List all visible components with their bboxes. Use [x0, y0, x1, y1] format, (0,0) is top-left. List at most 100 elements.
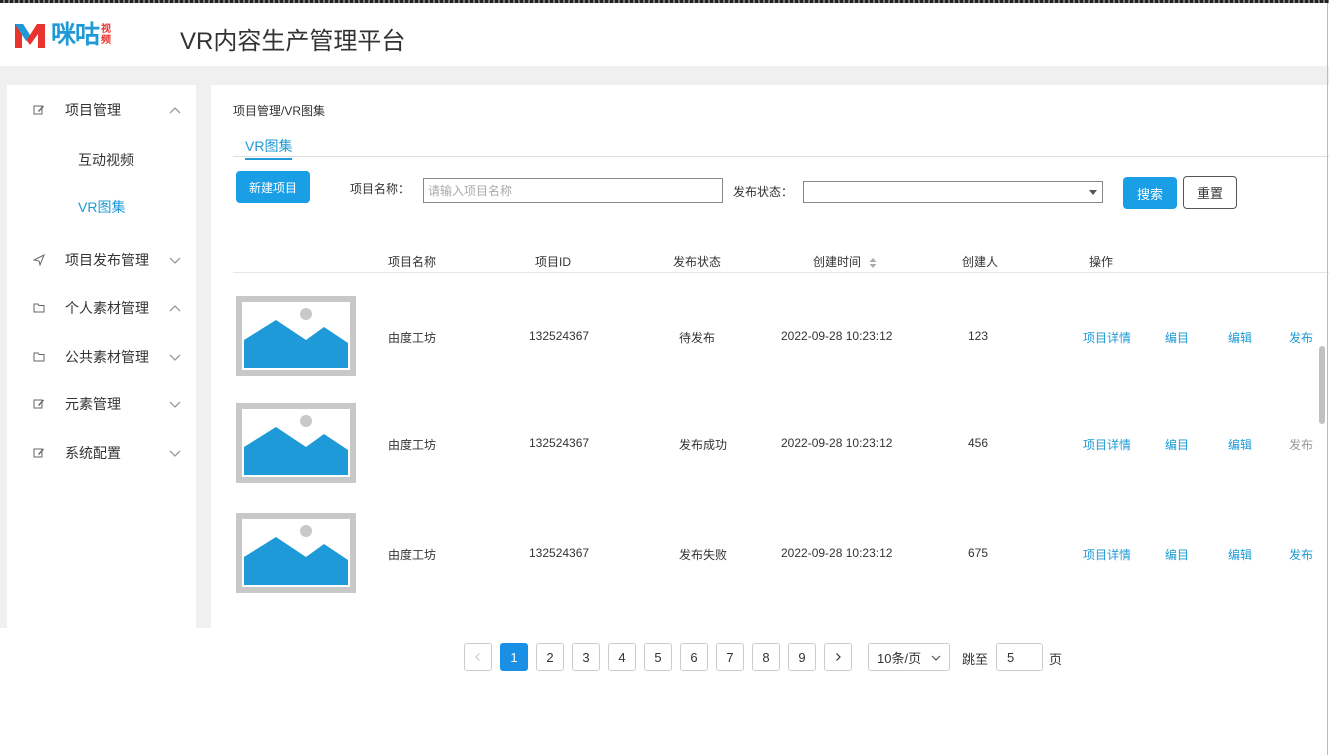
- cell-project-id: 132524367: [529, 436, 590, 450]
- sidebar-item-public-assets[interactable]: 公共素材管理: [7, 337, 196, 377]
- logo-m-icon: [15, 24, 45, 48]
- page-button-9[interactable]: 9: [788, 643, 816, 671]
- catalog-link[interactable]: 编目: [1165, 546, 1189, 563]
- sidebar-item-system-config[interactable]: 系统配置: [7, 433, 196, 473]
- sidebar-subitem-vr-gallery[interactable]: VR图集: [7, 189, 196, 225]
- image-placeholder-icon: [242, 302, 350, 370]
- sidebar-item-label: 公共素材管理: [65, 349, 149, 365]
- edit-icon: [33, 448, 44, 458]
- cell-project-id: 132524367: [529, 329, 590, 343]
- page-button-3[interactable]: 3: [572, 643, 600, 671]
- publish-link[interactable]: 发布: [1289, 546, 1313, 563]
- image-placeholder-icon: [242, 409, 350, 477]
- sidebar-item-personal-assets[interactable]: 个人素材管理: [7, 288, 196, 328]
- folder-icon: [33, 303, 45, 313]
- column-header-status: 发布状态: [673, 255, 722, 269]
- cell-creator: 675: [968, 546, 989, 560]
- project-thumbnail[interactable]: [236, 513, 356, 593]
- sidebar-item-label: 项目管理: [65, 102, 121, 118]
- image-placeholder-icon: [242, 519, 350, 587]
- edit-icon: [33, 399, 44, 409]
- sidebar-item-element-management[interactable]: 元素管理: [7, 384, 196, 424]
- sidebar-item-label: 系统配置: [65, 445, 121, 461]
- column-header-created[interactable]: 创建时间: [813, 253, 877, 270]
- cell-project-name: 由度工坊: [388, 331, 437, 345]
- chevron-up-icon: [169, 305, 181, 312]
- page-button-5[interactable]: 5: [644, 643, 672, 671]
- brand-logo: 咪咕 视 频: [13, 20, 111, 50]
- sidebar-item-label: 元素管理: [65, 396, 121, 412]
- logo-text: 咪咕: [51, 20, 100, 49]
- catalog-link[interactable]: 编目: [1165, 329, 1189, 346]
- chevron-down-icon: [169, 257, 181, 264]
- publish-link[interactable]: 发布: [1289, 329, 1313, 346]
- window-right-edge: [1327, 3, 1328, 755]
- publish-link-disabled: 发布: [1289, 438, 1314, 452]
- edit-link[interactable]: 编辑: [1228, 546, 1252, 563]
- folder-icon: [33, 352, 45, 362]
- page-suffix-label: 页: [1049, 652, 1063, 667]
- page-button-1[interactable]: 1: [500, 643, 528, 671]
- chevron-down-icon: [169, 401, 181, 408]
- prev-page-button[interactable]: [464, 643, 492, 671]
- new-project-button[interactable]: 新建项目: [236, 171, 310, 203]
- page-button-4[interactable]: 4: [608, 643, 636, 671]
- chevron-down-icon: [931, 655, 941, 661]
- search-button[interactable]: 搜索: [1123, 177, 1177, 209]
- vertical-scrollbar[interactable]: [1319, 346, 1325, 424]
- tab-divider: [233, 156, 1329, 157]
- edit-link[interactable]: 编辑: [1228, 436, 1252, 453]
- page-size-select[interactable]: 10条/页: [868, 643, 950, 671]
- column-header-actions: 操作: [1089, 255, 1114, 269]
- send-icon: [33, 254, 45, 266]
- jump-page-input[interactable]: [996, 643, 1043, 671]
- logo-subtext: 视 频: [101, 24, 112, 46]
- next-page-button[interactable]: [824, 643, 852, 671]
- sidebar-item-publish-management[interactable]: 项目发布管理: [7, 240, 196, 280]
- sidebar-item-label: 个人素材管理: [65, 300, 149, 316]
- project-name-label: 项目名称：: [350, 182, 411, 196]
- publish-status-label: 发布状态：: [733, 185, 794, 199]
- app-title: VR内容生产管理平台: [180, 28, 406, 55]
- cell-creator: 123: [968, 329, 989, 343]
- project-thumbnail[interactable]: [236, 403, 356, 483]
- publish-status-select[interactable]: [803, 181, 1103, 203]
- cell-created-time: 2022-09-28 10:23:12: [781, 329, 893, 343]
- sidebar-item-label: 项目发布管理: [65, 252, 149, 268]
- sort-icon[interactable]: [869, 257, 877, 269]
- page-button-7[interactable]: 7: [716, 643, 744, 671]
- chevron-down-icon: [169, 450, 181, 457]
- cell-created-time: 2022-09-28 10:23:12: [781, 436, 893, 450]
- cell-publish-status: 待发布: [679, 331, 716, 345]
- reset-button[interactable]: 重置: [1183, 176, 1237, 209]
- chevron-left-icon: [475, 653, 480, 661]
- catalog-link[interactable]: 编目: [1165, 436, 1189, 453]
- sidebar-subitem-label: 互动视频: [78, 152, 134, 168]
- edit-link[interactable]: 编辑: [1228, 329, 1252, 346]
- page-button-8[interactable]: 8: [752, 643, 780, 671]
- app-header: 咪咕 视 频 VR内容生产管理平台: [0, 3, 1329, 66]
- dropdown-caret-icon: [1089, 190, 1097, 195]
- main-content: 项目管理/VR图集 VR图集 新建项目 项目名称： 发布状态： 搜索 重置 项目…: [211, 85, 1329, 628]
- sidebar-subitem-interactive-video[interactable]: 互动视频: [7, 142, 196, 178]
- page-button-6[interactable]: 6: [680, 643, 708, 671]
- chevron-down-icon: [169, 354, 181, 361]
- cell-publish-status: 发布失败: [679, 548, 728, 562]
- column-header-id: 项目ID: [535, 255, 572, 269]
- cell-creator: 456: [968, 436, 989, 450]
- sidebar-item-project-management[interactable]: 项目管理: [7, 90, 196, 130]
- project-detail-link[interactable]: 项目详情: [1083, 436, 1131, 453]
- project-detail-link[interactable]: 项目详情: [1083, 329, 1131, 346]
- edit-icon: [33, 105, 44, 115]
- cell-project-id: 132524367: [529, 546, 590, 560]
- sidebar: 项目管理 互动视频 VR图集 项目发布管理 个人素材管理 公共素材管理 元素管理…: [7, 85, 196, 628]
- project-thumbnail[interactable]: [236, 296, 356, 376]
- chevron-up-icon: [169, 107, 181, 114]
- column-header-name: 项目名称: [388, 255, 437, 269]
- page-button-2[interactable]: 2: [536, 643, 564, 671]
- sidebar-subitem-label: VR图集: [78, 199, 126, 215]
- column-header-creator: 创建人: [962, 255, 999, 269]
- project-detail-link[interactable]: 项目详情: [1083, 546, 1131, 563]
- project-name-input[interactable]: [423, 178, 723, 203]
- jump-label: 跳至: [962, 652, 989, 667]
